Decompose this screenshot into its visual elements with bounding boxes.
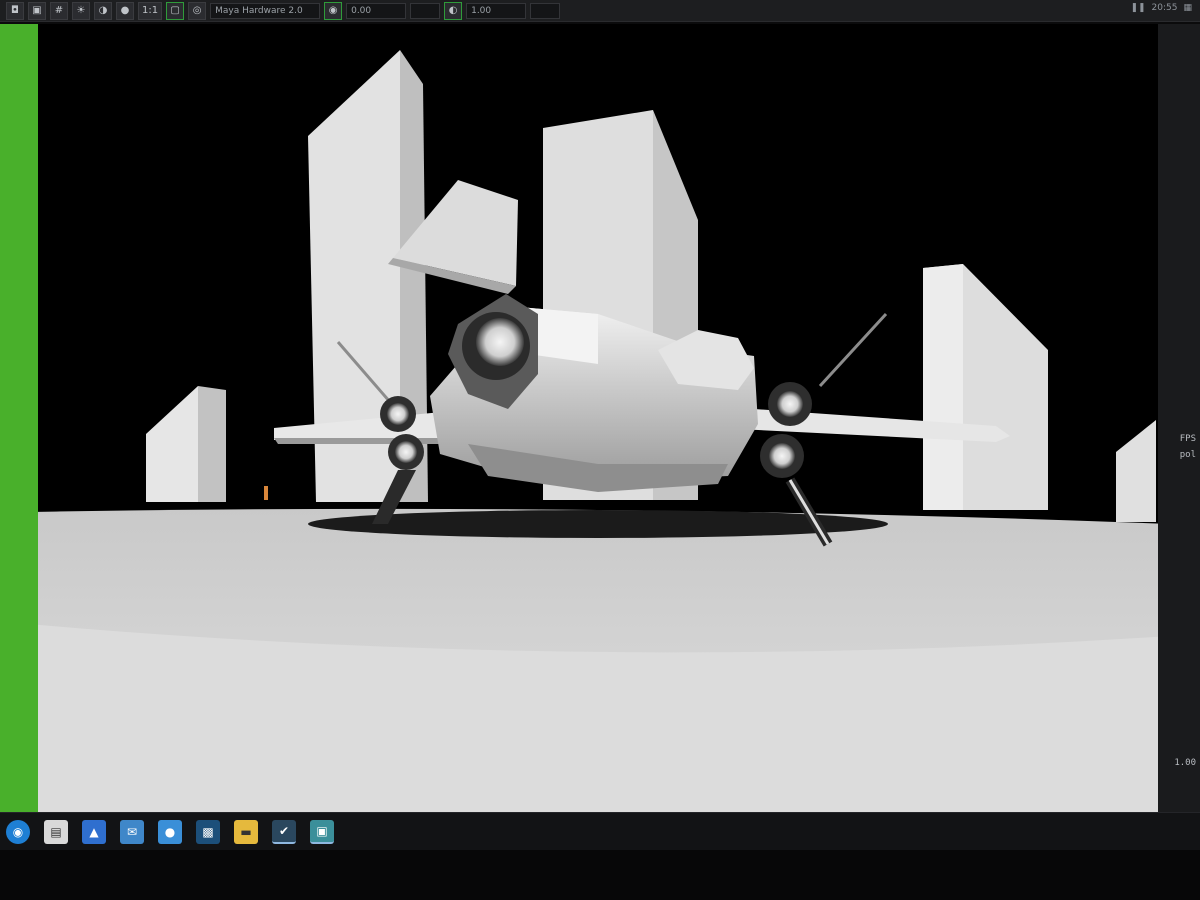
gamma-icon[interactable]: ◐ bbox=[444, 1, 463, 20]
steam-icon[interactable]: ✔ bbox=[272, 819, 296, 844]
wireframe-icon[interactable]: ▣ bbox=[28, 1, 46, 20]
left-upper-engine-core bbox=[387, 403, 409, 425]
viewport-toolbar: ◘ ▣ # ☀ ◑ ● 1:1 ▢ ◎ Maya Hardware 2.0 ◉ … bbox=[0, 0, 1200, 22]
side-label-2: pol bbox=[1179, 450, 1196, 460]
color-icon[interactable]: ● bbox=[116, 1, 134, 20]
building-far-right bbox=[1116, 420, 1156, 522]
photos-icon[interactable]: ▲ bbox=[82, 819, 106, 844]
camera-icon[interactable]: ◘ bbox=[6, 1, 24, 20]
maya-icon[interactable]: ▣ bbox=[310, 819, 334, 844]
renderer-dropdown[interactable]: Maya Hardware 2.0 bbox=[210, 2, 321, 19]
3d-viewport[interactable] bbox=[0, 24, 1192, 824]
lighting-icon[interactable]: ☀ bbox=[72, 1, 90, 20]
viewport-scene bbox=[38, 50, 1170, 824]
toolbar-right: ❚❚ 20:55 ▦ bbox=[1130, 3, 1192, 13]
ratio-label[interactable]: 1:1 bbox=[138, 1, 163, 20]
exposure-slider[interactable] bbox=[410, 2, 441, 19]
xray-icon[interactable]: ◎ bbox=[188, 1, 207, 20]
right-upper-engine-core bbox=[777, 391, 803, 417]
ship-shadow bbox=[308, 510, 888, 538]
building-short-left bbox=[146, 386, 198, 502]
main-engine-inner bbox=[476, 318, 524, 366]
right-lower-engine-core bbox=[769, 443, 795, 469]
folder-icon[interactable]: ▬ bbox=[234, 819, 258, 844]
pause-icon[interactable]: ❚❚ bbox=[1130, 3, 1145, 13]
side-label-3: 1.00 bbox=[1174, 758, 1196, 768]
right-antenna bbox=[818, 312, 888, 388]
light-artifact bbox=[264, 486, 268, 500]
side-label-1: FPS bbox=[1179, 434, 1196, 444]
photoshop-icon[interactable]: ▩ bbox=[196, 819, 220, 844]
monitor-bezel bbox=[0, 850, 1200, 900]
exposure-field[interactable]: 0.00 bbox=[346, 2, 407, 19]
grid-icon[interactable]: # bbox=[50, 1, 68, 20]
clock-label: 20:55 bbox=[1151, 3, 1178, 13]
windows-start-icon[interactable]: ◉ bbox=[6, 819, 30, 844]
gamma-field[interactable]: 1.00 bbox=[466, 2, 527, 19]
ground-horizon-band bbox=[38, 624, 1170, 824]
exposure-icon[interactable]: ◉ bbox=[324, 1, 343, 20]
store-icon[interactable]: ▤ bbox=[44, 819, 68, 844]
left-lower-engine-core bbox=[395, 441, 417, 463]
shading-icon[interactable]: ◑ bbox=[94, 1, 112, 20]
grid-toggle-icon[interactable]: ▦ bbox=[1183, 3, 1192, 13]
droplet-icon[interactable]: ● bbox=[158, 819, 182, 844]
gamma-slider[interactable] bbox=[530, 2, 561, 19]
taskbar: ◉ ▤ ▲ ✉ ● ▩ ▬ ✔ ▣ bbox=[0, 812, 1200, 850]
building-right-face bbox=[923, 264, 963, 510]
mail-icon[interactable]: ✉ bbox=[120, 819, 144, 844]
isolate-icon[interactable]: ▢ bbox=[166, 1, 185, 20]
building-short-left-side bbox=[198, 386, 226, 502]
right-side-panel: FPS pol 1.00 bbox=[1158, 24, 1200, 824]
